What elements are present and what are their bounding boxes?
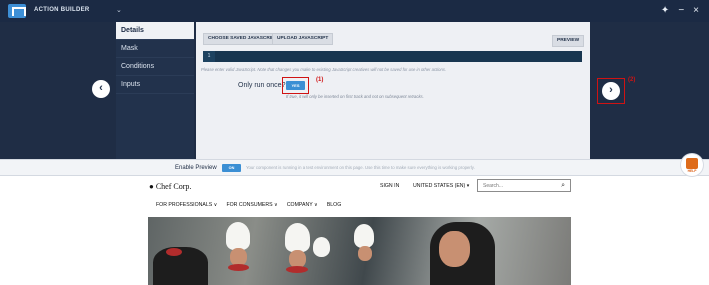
nav-for-professionals[interactable]: FOR PROFESSIONALS ∨ <box>156 202 217 208</box>
chevron-down-icon: ▾ <box>466 183 470 189</box>
nav-blog[interactable]: BLOG <box>327 202 341 208</box>
choose-javascript-button[interactable]: CHOOSE SAVED JAVASCRIPT <box>203 33 283 45</box>
site-navigation: FOR PROFESSIONALS ∨ FOR CONSUMERS ∨ COMP… <box>156 202 341 208</box>
preview-label: Enable Preview <box>175 165 217 171</box>
upload-javascript-button[interactable]: UPLOAD JAVASCRIPT <box>272 33 334 45</box>
pin-icon[interactable]: ✦ <box>661 5 669 16</box>
preview-bar: Enable Preview ON Your component is runn… <box>0 159 709 176</box>
search-placeholder: Search... <box>483 183 504 189</box>
help-logo-icon <box>686 158 698 169</box>
minimize-icon[interactable]: − <box>678 5 684 16</box>
close-icon[interactable]: × <box>693 5 699 16</box>
hero-image <box>148 217 571 285</box>
sidebar-item-label: Conditions <box>121 63 155 70</box>
window-actions: ✦ − × <box>661 5 699 16</box>
next-button[interactable]: › <box>602 82 620 100</box>
sidebar-item-mask[interactable]: Mask <box>116 40 194 58</box>
nav-company[interactable]: COMPANY ∨ <box>287 202 318 208</box>
details-panel: CHOOSE SAVED JAVASCRIPT UPLOAD JAVASCRIP… <box>196 22 590 159</box>
preview-toggle[interactable]: ON <box>222 164 241 172</box>
nav-for-consumers[interactable]: FOR CONSUMERS ∨ <box>226 202 277 208</box>
region-label: UNITED STATES (EN) <box>413 183 466 189</box>
sidebar-item-label: Inputs <box>121 81 141 88</box>
previous-button[interactable]: ‹ <box>92 80 110 98</box>
run-once-label: Only run once? <box>238 82 286 89</box>
top-bar: ACTION BUILDER ⌄ ✦ − × <box>0 0 709 22</box>
annotation-label-1: (1) <box>316 77 324 83</box>
annotation-label-2: (2) <box>628 77 636 83</box>
chevron-right-icon: › <box>609 84 613 96</box>
site-search[interactable]: Search... ⌕ <box>477 179 571 192</box>
sidebar-item-label: Details <box>121 27 144 34</box>
sidebar-item-label: Mask <box>121 45 138 52</box>
website-preview: ● Chef Corp. SIGN IN UNITED STATES (EN) … <box>0 177 709 285</box>
run-once-help: If true, it will only be inserted on fir… <box>286 94 424 99</box>
sidebar-item-conditions[interactable]: Conditions <box>116 58 194 76</box>
annotation-box-1 <box>282 77 309 94</box>
app-title: ACTION BUILDER <box>34 7 90 13</box>
site-logo[interactable]: ● Chef Corp. <box>149 182 191 191</box>
site-logo-text: Chef Corp. <box>155 182 192 191</box>
help-button[interactable]: HELP <box>681 154 703 176</box>
chevron-down-icon[interactable]: ⌄ <box>116 6 122 14</box>
sign-in-link[interactable]: SIGN IN <box>380 183 399 189</box>
sidebar: Details Mask Conditions Inputs <box>116 22 194 159</box>
app-logo <box>8 4 26 18</box>
sidebar-item-details[interactable]: Details <box>116 22 194 40</box>
sidebar-item-inputs[interactable]: Inputs <box>116 76 194 94</box>
line-number: 1 <box>203 51 215 62</box>
help-label: HELP <box>687 169 697 173</box>
search-icon[interactable]: ⌕ <box>561 182 565 190</box>
preview-button[interactable]: PREVIEW <box>552 35 585 47</box>
javascript-helper-text: Please enter valid JavaScript. Note that… <box>201 67 447 72</box>
preview-note: Your component is running in a test envi… <box>246 165 475 170</box>
javascript-editor[interactable] <box>203 51 582 62</box>
region-selector[interactable]: UNITED STATES (EN) ▾ <box>413 183 469 189</box>
chevron-left-icon: ‹ <box>99 82 103 94</box>
